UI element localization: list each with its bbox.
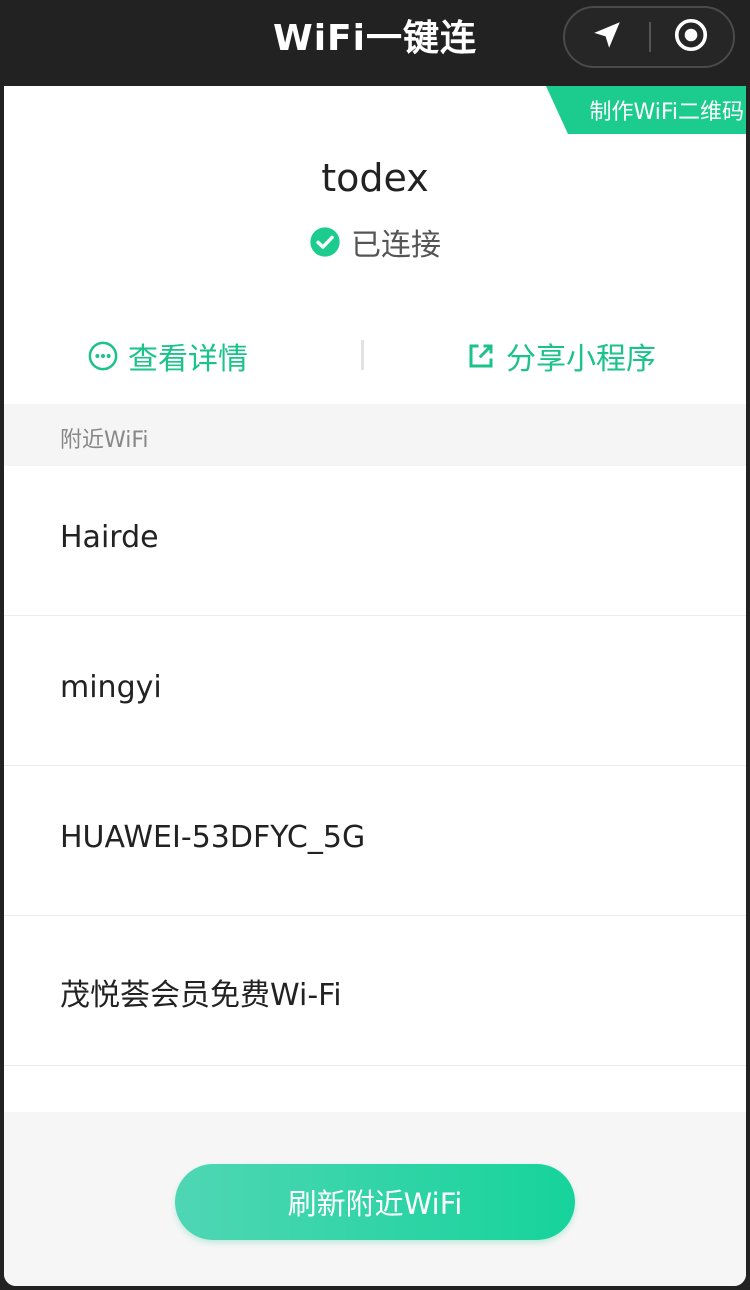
location-button[interactable] bbox=[565, 8, 649, 66]
make-qr-ribbon[interactable]: 制作WiFi二维码 bbox=[546, 86, 746, 134]
navigation-bar: WiFi一键连 bbox=[0, 0, 750, 86]
list-item[interactable]: mingyi bbox=[4, 616, 746, 766]
view-details-label: 查看详情 bbox=[128, 342, 248, 377]
bottom-bar: 刷新附近WiFi bbox=[4, 1112, 746, 1286]
capsule-menu bbox=[563, 6, 735, 68]
nearby-wifi-header: 附近WiFi bbox=[4, 404, 746, 466]
connection-status: 已连接 bbox=[4, 220, 746, 264]
view-details-button[interactable]: 查看详情 bbox=[88, 334, 248, 378]
nearby-wifi-list: Hairde mingyi HUAWEI-53DFYC_5G 茂悦荟会员免费Wi… bbox=[4, 466, 746, 1066]
location-arrow-icon bbox=[590, 18, 624, 56]
wifi-ssid: 茂悦荟会员免费Wi-Fi bbox=[60, 978, 342, 1013]
make-qr-label: 制作WiFi二维码 bbox=[589, 100, 744, 125]
action-divider bbox=[361, 340, 364, 370]
list-item[interactable]: HUAWEI-53DFYC_5G bbox=[4, 766, 746, 916]
share-miniprogram-label: 分享小程序 bbox=[506, 342, 656, 377]
wifi-ssid: HUAWEI-53DFYC_5G bbox=[60, 820, 366, 855]
wifi-ssid: Hairde bbox=[60, 520, 159, 555]
page-content: 制作WiFi二维码 todex 已连接 查看详情 分享小程序 附近WiFi Ha… bbox=[4, 86, 746, 1286]
nearby-wifi-label: 附近WiFi bbox=[60, 428, 149, 453]
record-target-icon bbox=[673, 17, 709, 57]
connection-status-text: 已连接 bbox=[351, 228, 441, 263]
wifi-ssid: mingyi bbox=[60, 670, 162, 705]
connected-ssid: todex bbox=[321, 156, 429, 200]
check-circle-icon bbox=[309, 226, 341, 258]
close-miniprogram-button[interactable] bbox=[649, 8, 733, 66]
external-share-icon bbox=[466, 341, 496, 371]
list-item[interactable]: Hairde bbox=[4, 466, 746, 616]
share-miniprogram-button[interactable]: 分享小程序 bbox=[466, 334, 656, 378]
refresh-nearby-button[interactable]: 刷新附近WiFi bbox=[175, 1164, 575, 1240]
list-item[interactable]: 茂悦荟会员免费Wi-Fi bbox=[4, 916, 746, 1066]
more-circle-icon bbox=[88, 341, 118, 371]
action-row: 查看详情 分享小程序 bbox=[4, 334, 746, 378]
